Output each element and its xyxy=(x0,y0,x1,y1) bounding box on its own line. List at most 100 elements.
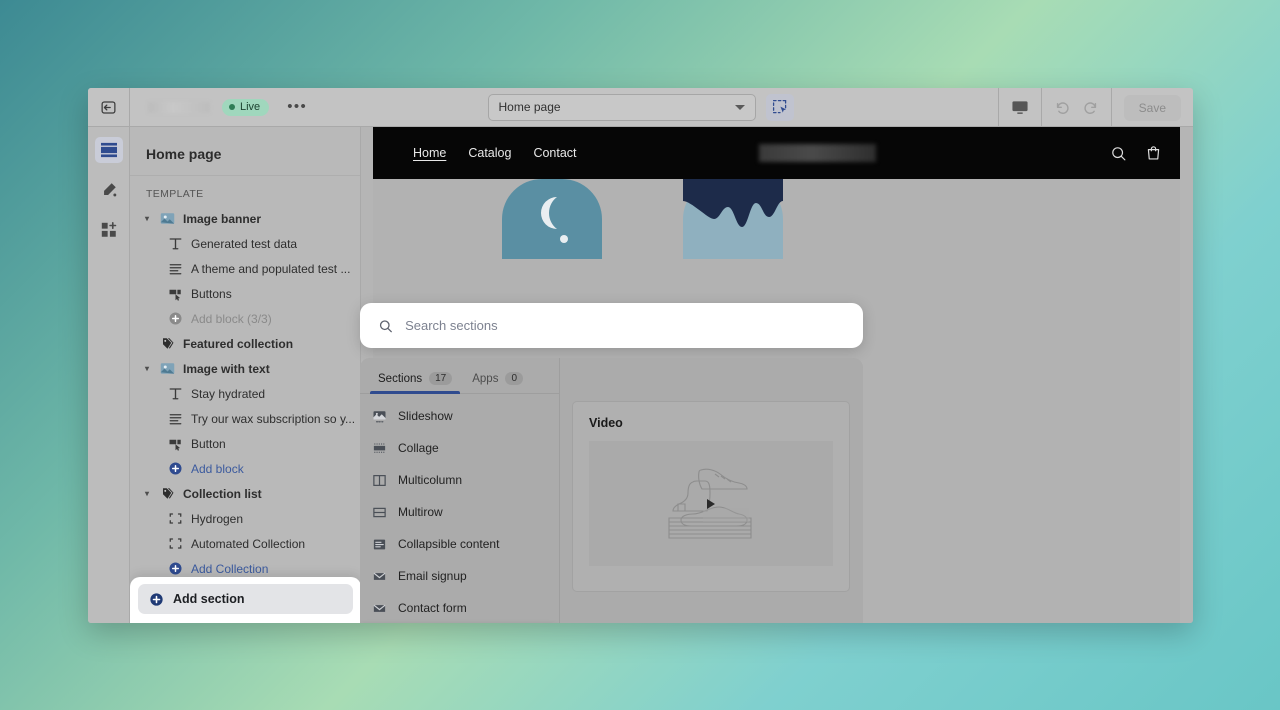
section-list-item[interactable]: Email signup xyxy=(360,560,559,592)
sidebar-row-label: Automated Collection xyxy=(191,536,306,551)
multirow-icon xyxy=(372,505,387,520)
storefront-nav-link[interactable]: Contact xyxy=(533,146,576,160)
editor-icon-rail xyxy=(88,127,130,623)
buttons-icon xyxy=(168,436,183,451)
history-controls xyxy=(1040,88,1111,127)
heading-icon xyxy=(168,386,183,401)
slideshow-icon xyxy=(372,409,387,424)
sidebar-row[interactable]: Add block xyxy=(130,456,360,481)
cart-icon[interactable] xyxy=(1145,144,1162,162)
video-preview-thumbnail xyxy=(589,441,833,566)
drip-graphic-icon xyxy=(683,179,783,227)
banner-image-1 xyxy=(502,179,602,259)
picker-tabs: Sections 17 Apps 0 xyxy=(360,358,559,394)
more-options-button[interactable]: ••• xyxy=(281,99,313,114)
image-banner-icon xyxy=(160,363,175,374)
status-badge: Live xyxy=(222,98,270,116)
section-list-item-label: Multirow xyxy=(398,505,443,519)
save-button[interactable]: Save xyxy=(1123,94,1181,121)
add-section-label: Add section xyxy=(173,592,245,606)
sidebar-row[interactable]: Add block (3/3) xyxy=(130,306,360,331)
page-selector[interactable]: Home page xyxy=(487,93,756,121)
template-group-label: TEMPLATE xyxy=(146,188,204,200)
disclosure-triangle-icon[interactable]: ▾ xyxy=(142,364,152,373)
sidebar-row[interactable]: Try our wax subscription so y... xyxy=(130,406,360,431)
section-list-item[interactable]: Multicolumn xyxy=(360,464,559,496)
add-section-button[interactable]: Add section xyxy=(138,584,353,614)
rail-item-theme-settings[interactable] xyxy=(95,177,123,203)
section-list-item[interactable]: Contact form xyxy=(360,592,559,623)
undo-icon[interactable] xyxy=(1054,99,1071,116)
section-list-item-label: Contact form xyxy=(398,601,467,615)
play-icon xyxy=(707,498,715,509)
search-input[interactable] xyxy=(405,318,845,333)
sidebar-row[interactable]: Featured collection xyxy=(130,331,360,356)
heading-icon xyxy=(169,238,182,250)
live-dot-icon xyxy=(229,104,235,110)
collage-icon xyxy=(372,441,387,456)
moon-graphic-icon xyxy=(541,197,568,243)
sidebar-row[interactable]: Button xyxy=(130,431,360,456)
section-list-item-label: Multicolumn xyxy=(398,473,463,487)
plus-circle-icon xyxy=(168,461,183,476)
shop-name xyxy=(148,101,210,113)
sidebar-row[interactable]: ▾ Collection list xyxy=(130,481,360,506)
sections-icon xyxy=(100,142,117,158)
image-banner-icon xyxy=(160,211,175,226)
section-list-item-label: Slideshow xyxy=(398,409,453,423)
sidebar-row[interactable]: Stay hydrated xyxy=(130,381,360,406)
section-list: Slideshow Collage Multicolumn Multirow Colla… xyxy=(360,394,559,623)
search-sections-box[interactable] xyxy=(360,303,863,348)
section-list-item-label: Collapsible content xyxy=(398,537,500,551)
plus-circle-icon xyxy=(169,562,182,575)
sidebar-row-label: Stay hydrated xyxy=(191,386,266,401)
search-icon[interactable] xyxy=(1110,145,1127,162)
image-banner-row xyxy=(373,179,1180,259)
envelope-icon xyxy=(372,569,387,584)
video-preview-card: Video xyxy=(572,401,850,592)
sidebar-row[interactable]: Hydrogen xyxy=(130,506,360,531)
sidebar-row[interactable]: Automated Collection xyxy=(130,531,360,556)
section-list-item[interactable]: Collapsible content xyxy=(360,528,559,560)
storefront-nav-link[interactable]: Home xyxy=(413,146,446,160)
inspector-tool-button[interactable] xyxy=(765,93,794,121)
rail-item-apps[interactable] xyxy=(95,217,123,243)
picker-tab[interactable]: Apps 0 xyxy=(464,372,531,393)
disclosure-triangle-icon[interactable]: ▾ xyxy=(142,214,152,223)
picker-tab-label: Sections xyxy=(378,372,423,385)
collection-icon xyxy=(160,486,175,501)
rail-item-sections[interactable] xyxy=(94,137,123,163)
sidebar-row[interactable]: ▾ Image banner xyxy=(130,206,360,231)
section-list-item[interactable]: Slideshow xyxy=(360,400,559,432)
sidebar-row[interactable]: ▾ Image with text xyxy=(130,356,360,381)
chevron-down-icon xyxy=(734,104,745,110)
collage-icon xyxy=(373,442,386,453)
disclosure-triangle-icon[interactable]: ▾ xyxy=(142,489,152,498)
sidebar-row[interactable]: A theme and populated test ... xyxy=(130,256,360,281)
picker-tab[interactable]: Sections 17 xyxy=(370,372,461,394)
device-preview-button[interactable] xyxy=(997,88,1041,127)
desktop-icon xyxy=(1012,100,1028,114)
plus-circle-icon xyxy=(150,592,163,606)
text-icon xyxy=(168,261,183,276)
multicolumn-icon xyxy=(373,474,386,486)
sections-sidebar: Home page TEMPLATE ▾ Image banner Generate… xyxy=(130,127,361,623)
collapsible-icon xyxy=(372,537,387,552)
exit-editor-button[interactable] xyxy=(88,88,130,127)
heading-icon xyxy=(168,236,183,251)
sidebar-row-label: Image with text xyxy=(183,361,270,376)
storefront-nav-link[interactable]: Catalog xyxy=(468,146,511,160)
text-icon xyxy=(169,264,182,275)
sidebar-row[interactable]: Generated test data xyxy=(130,231,360,256)
slideshow-icon xyxy=(373,410,386,422)
sidebar-row[interactable]: Buttons xyxy=(130,281,360,306)
section-list-item[interactable]: Collage xyxy=(360,432,559,464)
exit-icon xyxy=(101,100,116,114)
storefront-header: Home Catalog Contact xyxy=(373,127,1180,179)
collapsible-icon xyxy=(373,539,386,549)
collection-block-icon xyxy=(168,536,183,551)
section-list-item[interactable]: Multirow xyxy=(360,496,559,528)
redo-icon[interactable] xyxy=(1082,99,1099,116)
section-picker-left: Sections 17 Apps 0 Slideshow Collage Multicol… xyxy=(360,358,560,623)
section-list-item-label: Collage xyxy=(398,441,439,455)
